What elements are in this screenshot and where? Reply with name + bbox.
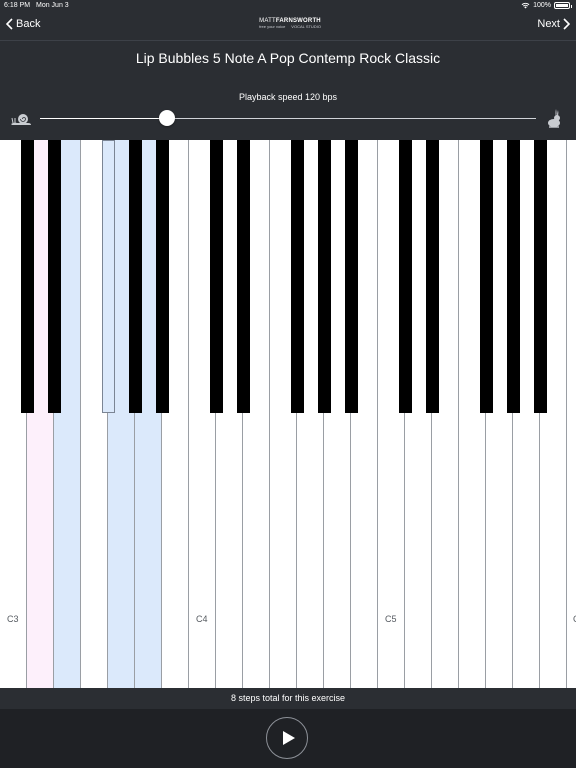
white-key-c6[interactable]: C bbox=[567, 140, 576, 688]
black-key-g-sharp-4[interactable] bbox=[318, 140, 331, 413]
exercise-header: Lip Bubbles 5 Note A Pop Contemp Rock Cl… bbox=[0, 40, 576, 141]
play-button[interactable] bbox=[266, 717, 308, 759]
battery-icon bbox=[554, 2, 572, 9]
black-key-f-sharp-4[interactable] bbox=[291, 140, 304, 413]
play-icon bbox=[283, 731, 295, 745]
back-button[interactable]: Back bbox=[6, 18, 40, 30]
snail-icon bbox=[11, 114, 31, 125]
status-time: 6:18 PM bbox=[4, 2, 31, 9]
back-label: Back bbox=[16, 18, 41, 30]
next-button[interactable]: Next bbox=[537, 18, 570, 30]
key-label-c5: C5 bbox=[385, 614, 397, 624]
status-bar: 6:18 PM Mon Jun 3 100% bbox=[0, 0, 576, 12]
battery-percent: 100% bbox=[533, 2, 551, 9]
wifi-icon bbox=[521, 2, 530, 9]
speed-slider-thumb[interactable] bbox=[159, 110, 175, 126]
speed-slider-fill bbox=[40, 118, 167, 119]
piano-keyboard[interactable]: C3 C4 C5 C bbox=[0, 140, 576, 688]
chevron-right-icon bbox=[563, 18, 570, 30]
black-key-g-sharp-3[interactable] bbox=[129, 140, 142, 413]
next-label: Next bbox=[537, 18, 560, 30]
black-key-d-sharp-3[interactable] bbox=[48, 140, 61, 413]
logo-studio: VOCAL STUDIO bbox=[291, 24, 321, 29]
black-key-d-sharp-4[interactable] bbox=[237, 140, 250, 413]
black-key-f-sharp-5[interactable] bbox=[480, 140, 493, 413]
key-label-c3: C3 bbox=[7, 614, 19, 624]
status-right: 100% bbox=[521, 2, 572, 9]
black-key-c-sharp-5[interactable] bbox=[399, 140, 412, 413]
status-date: Mon Jun 3 bbox=[36, 2, 69, 9]
key-label-c4: C4 bbox=[196, 614, 208, 624]
steps-info: 8 steps total for this exercise bbox=[0, 688, 576, 709]
black-key-d-sharp-5[interactable] bbox=[426, 140, 439, 413]
playback-speed-label: Playback speed 120 bps bbox=[238, 92, 338, 102]
black-key-c-sharp-4[interactable] bbox=[210, 140, 223, 413]
black-key-c-sharp-3[interactable] bbox=[21, 140, 34, 413]
navigation-bar: Back MATTFARNSWORTH free your voice VOCAL… bbox=[0, 12, 576, 40]
chevron-left-icon bbox=[6, 18, 13, 30]
rabbit-icon bbox=[548, 109, 560, 128]
black-key-f-sharp-3[interactable] bbox=[102, 140, 115, 413]
brand-logo: MATTFARNSWORTH free your voice VOCAL STUD… bbox=[255, 18, 325, 29]
black-key-g-sharp-5[interactable] bbox=[507, 140, 520, 413]
black-key-a-sharp-3[interactable] bbox=[156, 140, 169, 413]
black-key-a-sharp-5[interactable] bbox=[534, 140, 547, 413]
logo-tagline: free your voice bbox=[259, 24, 286, 29]
black-key-a-sharp-4[interactable] bbox=[345, 140, 358, 413]
exercise-title: Lip Bubbles 5 Note A Pop Contemp Rock Cl… bbox=[135, 50, 441, 66]
playback-controls bbox=[0, 709, 576, 768]
